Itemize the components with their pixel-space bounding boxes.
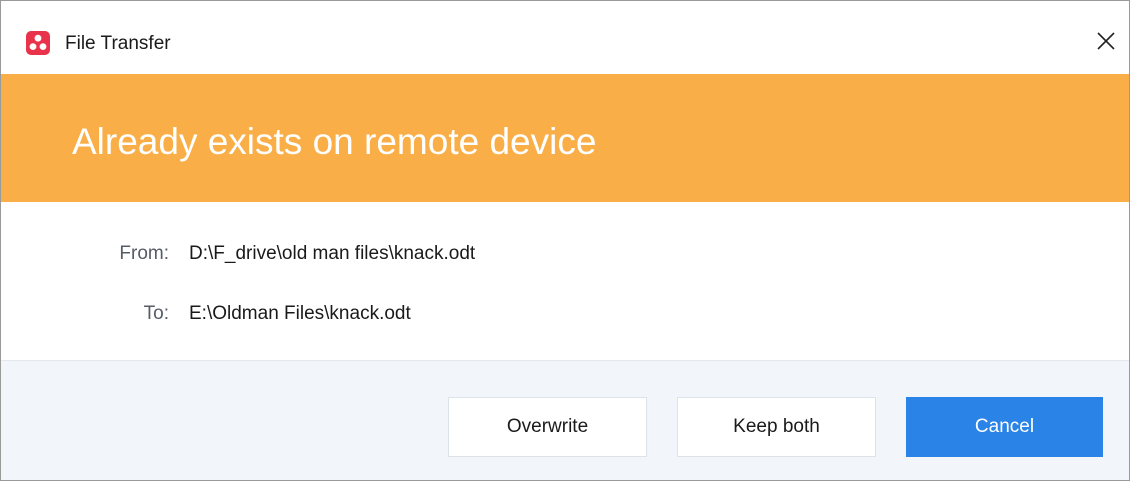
close-button[interactable] — [1083, 21, 1129, 65]
overwrite-button[interactable]: Overwrite — [448, 397, 647, 457]
from-label: From: — [119, 243, 169, 264]
close-icon — [1097, 31, 1115, 55]
dialog-footer: Overwrite Keep both Cancel — [1, 360, 1129, 480]
title-bar[interactable]: File Transfer — [1, 1, 1129, 74]
file-details: From: D:\F_drive\old man files\knack.odt… — [1, 202, 1129, 360]
to-label: To: — [143, 303, 169, 324]
file-transfer-dialog: File Transfer Already exists on remote d… — [0, 0, 1130, 481]
from-path: D:\F_drive\old man files\knack.odt — [189, 243, 476, 264]
to-path: E:\Oldman Files\knack.odt — [189, 303, 411, 324]
cancel-button[interactable]: Cancel — [906, 397, 1103, 457]
keep-both-button[interactable]: Keep both — [677, 397, 876, 457]
window-title: File Transfer — [65, 33, 171, 54]
app-logo-icon — [26, 31, 50, 55]
conflict-banner: Already exists on remote device — [1, 74, 1129, 202]
banner-heading: Already exists on remote device — [72, 121, 597, 162]
